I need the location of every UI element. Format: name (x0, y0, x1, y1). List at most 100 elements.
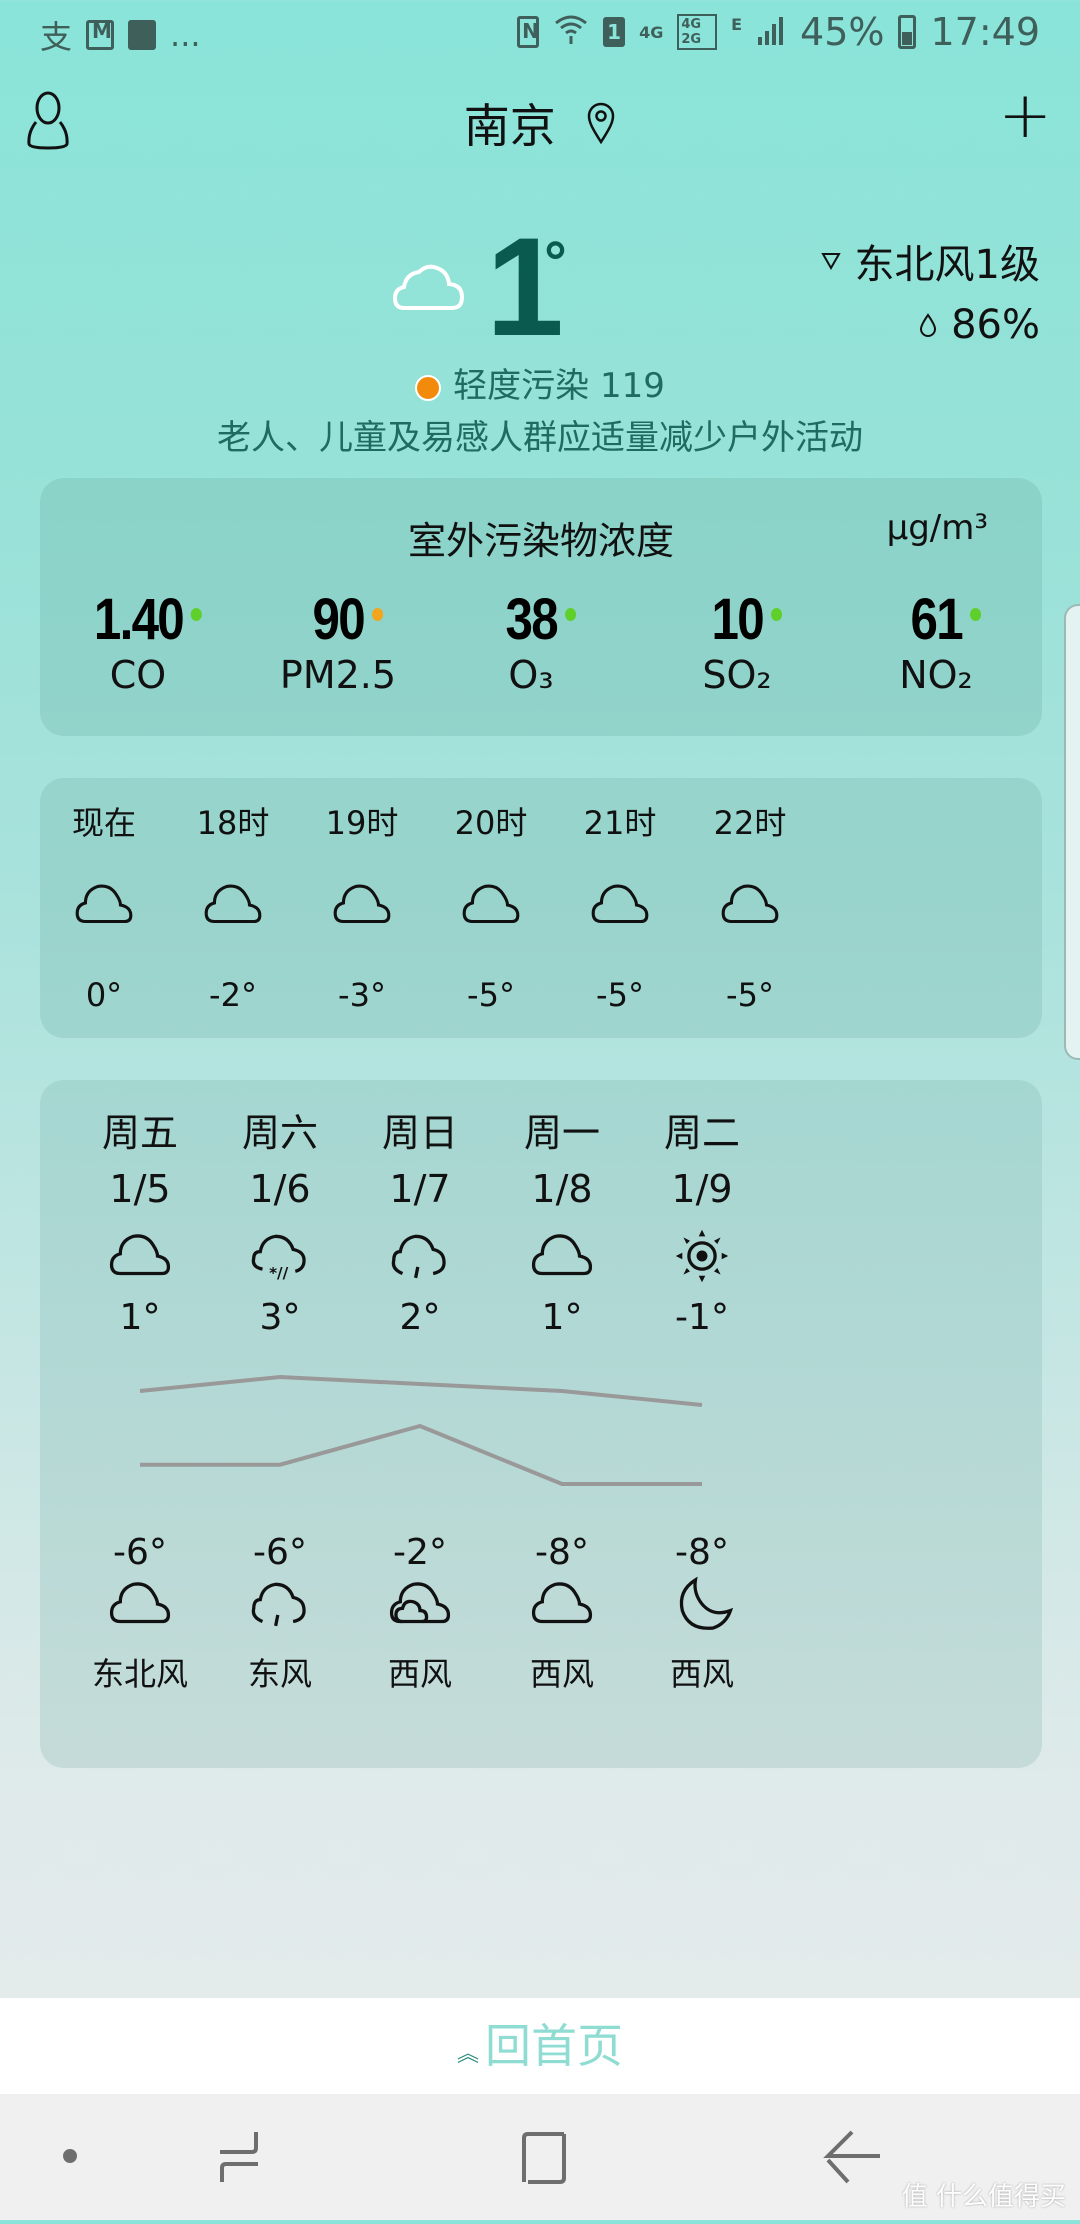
pollutant-level-dot (371, 608, 383, 621)
aqi-status[interactable]: 轻度污染 119 (0, 358, 1080, 407)
daily-day-item: 周二 1/9 -1° (632, 1102, 772, 1338)
pollutant-no2: 61 NO₂ (836, 586, 1036, 697)
back-to-home-button[interactable]: ︽ 回首页 (0, 1998, 1080, 2094)
battery-percent: 45% (800, 10, 885, 54)
daily-night-item: -6° 东风 (210, 1532, 350, 1695)
date: 1/5 (109, 1167, 171, 1211)
wind-direction: 西风 (529, 1655, 594, 1693)
add-city-button[interactable]: + (998, 84, 1052, 148)
double-chevron-up-icon: ︽ (456, 2041, 479, 2067)
cloud-icon (587, 878, 653, 926)
back-icon[interactable] (823, 2130, 880, 2184)
home-button-icon[interactable] (522, 2132, 566, 2184)
pollutant-value: 90 (312, 586, 383, 653)
low-temperature: -8° (535, 1532, 589, 1573)
hour-label: 19时 (325, 804, 399, 842)
humidity-drop-icon (920, 313, 937, 337)
side-pull-handle[interactable] (1064, 604, 1080, 1060)
gmail-icon: M (86, 19, 115, 50)
date: 1/9 (671, 1167, 733, 1211)
wind-direction: 东风 (247, 1655, 312, 1693)
recent-apps-icon[interactable] (220, 2132, 258, 2182)
moon-icon (667, 1575, 737, 1631)
cloud-icon (71, 878, 137, 926)
daily-night-item: -8° 西风 (632, 1532, 772, 1695)
network-type: 4G (639, 22, 664, 42)
hourly-forecast[interactable]: 现在 0° 18时 -2° 19时 -3° 20时 -5° 21时 -5° 22时 -5° (40, 778, 1042, 1038)
date: 1/8 (531, 1167, 593, 1211)
pollutant-pm25: 90 PM2.5 (238, 586, 438, 697)
svg-text:*//: *// (269, 1264, 289, 1282)
weekday: 周日 (381, 1111, 458, 1155)
status-bar: 支 M ... N 1 4G 4G 2G E 45% 17:49 (0, 0, 1080, 70)
low-temperature: -2° (393, 1532, 447, 1573)
pollutant-level-dot (564, 608, 576, 621)
high-temperature: 3° (259, 1297, 301, 1338)
hourly-item: 20时 -5° (421, 798, 561, 1014)
nav-dot-button[interactable] (63, 2149, 77, 2163)
cloud-icon (105, 1227, 175, 1287)
degree-symbol: ° (542, 232, 569, 295)
sim-icon: 1 (603, 17, 626, 47)
daily-day-item: 周日 1/7 2° (350, 1102, 490, 1338)
city-selector[interactable]: 南京 (0, 90, 1080, 156)
aqi-label: 轻度污染 119 (453, 366, 665, 406)
pollutant-so2: 10 SO₂ (637, 586, 837, 697)
watermark: 值 什么值得买 (901, 2182, 1066, 2212)
pollutant-name: NO₂ (899, 653, 973, 697)
daily-day-item: 周六 1/6 *// 3° (210, 1102, 350, 1338)
current-cloud-icon (392, 264, 465, 310)
hour-label: 22时 (713, 804, 787, 842)
low-temperature: -8° (675, 1532, 729, 1573)
more-notifications: ... (170, 16, 201, 54)
pollutant-value: 61 (910, 586, 981, 653)
daily-night-item: -8° 西风 (492, 1532, 632, 1695)
wind-direction-icon (820, 253, 841, 271)
pollutant-co: 1.40 CO (38, 586, 238, 697)
date: 1/6 (249, 1167, 311, 1211)
humidity-info: 86% (919, 302, 1040, 348)
daily-forecast: 周五 1/5 1° -6° 东北风 周六 1/6 *// 3° -6° 东风 周日 1/… (40, 1080, 1042, 1768)
hour-temperature: -5° (596, 976, 644, 1014)
dual-signal-icon: 4G 2G (677, 14, 718, 50)
weekday: 周一 (523, 1111, 600, 1155)
wind-direction: 西风 (669, 1655, 734, 1693)
daily-day-item: 周一 1/8 1° (492, 1102, 632, 1338)
high-temperature: -1° (675, 1297, 729, 1338)
weekday: 周五 (101, 1111, 178, 1155)
hourly-item: 现在 0° (40, 798, 174, 1014)
cloud-icon (105, 1575, 175, 1631)
network-2g-label: 2G (681, 32, 702, 47)
daily-night-item: -6° 东北风 (70, 1532, 210, 1695)
cloud-icon (527, 1575, 597, 1631)
hour-label: 18时 (196, 804, 270, 842)
low-temperature: -6° (253, 1532, 307, 1573)
status-right: N 1 4G 4G 2G E 45% 17:49 (517, 10, 1040, 54)
weekday: 周二 (663, 1111, 740, 1155)
pollutant-value: 10 (711, 586, 782, 653)
aqi-dot-icon (415, 374, 442, 401)
cloud-icon (329, 878, 395, 926)
hourly-item: 19时 -3° (292, 798, 432, 1014)
daily-day-item: 周五 1/5 1° (70, 1102, 210, 1338)
hour-temperature: -2° (209, 976, 257, 1014)
cloud-icon (458, 878, 524, 926)
hour-temperature: -5° (726, 976, 774, 1014)
wind-direction: 西风 (387, 1655, 452, 1693)
hour-temperature: -3° (338, 976, 386, 1014)
pollutant-value: 38 (505, 586, 576, 653)
pollutants-card: 室外污染物浓度 μg/m³ 1.40 CO 90 PM2.5 38 O₃ 10 … (40, 478, 1042, 736)
daily-night-item: -2° 西风 (350, 1532, 490, 1695)
hour-temperature: -5° (467, 976, 515, 1014)
hour-temperature: 0° (85, 976, 123, 1014)
pollutant-value: 1.40 (93, 586, 202, 653)
gallery-icon (128, 20, 157, 50)
date: 1/7 (389, 1167, 451, 1211)
cloud-icon (200, 878, 266, 926)
high-temperature: 2° (399, 1297, 441, 1338)
clock: 17:49 (930, 10, 1040, 54)
low-temperature: -6° (113, 1532, 167, 1573)
hour-label: 21时 (583, 804, 657, 842)
hour-label: 20时 (454, 804, 528, 842)
wind-direction: 东北风 (91, 1655, 188, 1693)
